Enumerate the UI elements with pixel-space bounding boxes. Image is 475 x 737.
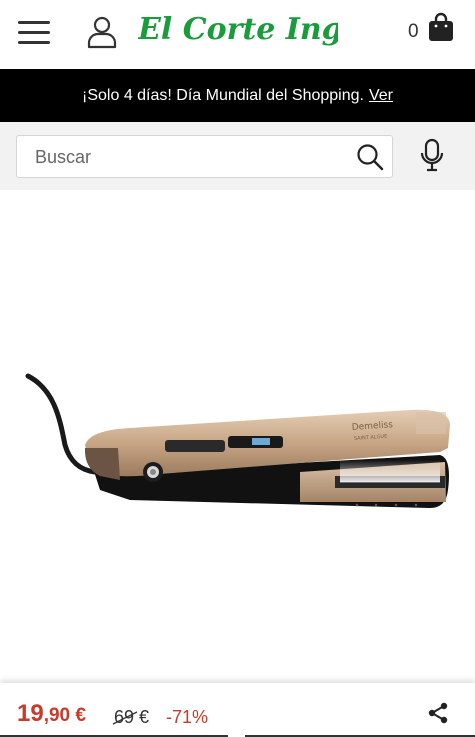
discount-badge: -71% <box>166 707 209 727</box>
cart-count: 0 <box>408 21 419 42</box>
price-bar: 19,90 € 69 € -71% <box>0 683 475 737</box>
search-input[interactable] <box>35 144 335 170</box>
original-price: 69 € <box>112 707 150 728</box>
search-icon[interactable] <box>356 143 384 171</box>
search-area <box>0 122 475 190</box>
el-corte-ingles-logo[interactable]: El Corte Inglés <box>137 6 390 56</box>
hamburger-menu-icon[interactable] <box>18 18 52 46</box>
shopping-bag-icon[interactable] <box>428 12 454 42</box>
product-image[interactable]: Demeliss SAINT ALGUE <box>0 190 475 683</box>
current-price: 19,90 € <box>17 700 86 728</box>
original-price-currency: € <box>139 707 150 727</box>
top-header: El Corte Inglés 0 <box>0 0 475 69</box>
share-icon[interactable] <box>426 701 450 725</box>
promo-banner: ¡Solo 4 días! Día Mundial del Shopping. … <box>0 69 475 122</box>
user-icon[interactable] <box>86 15 118 49</box>
microphone-icon[interactable] <box>420 138 444 172</box>
strikethrough-mark <box>112 711 138 725</box>
search-box <box>16 135 393 178</box>
promo-text: ¡Solo 4 días! Día Mundial del Shopping. <box>82 86 364 104</box>
logo-wordmark: El Corte Inglés <box>138 12 338 47</box>
price-main: 19 <box>17 700 44 727</box>
price-cents: ,90 € <box>43 705 86 726</box>
promo-link[interactable]: Ver <box>369 87 393 105</box>
